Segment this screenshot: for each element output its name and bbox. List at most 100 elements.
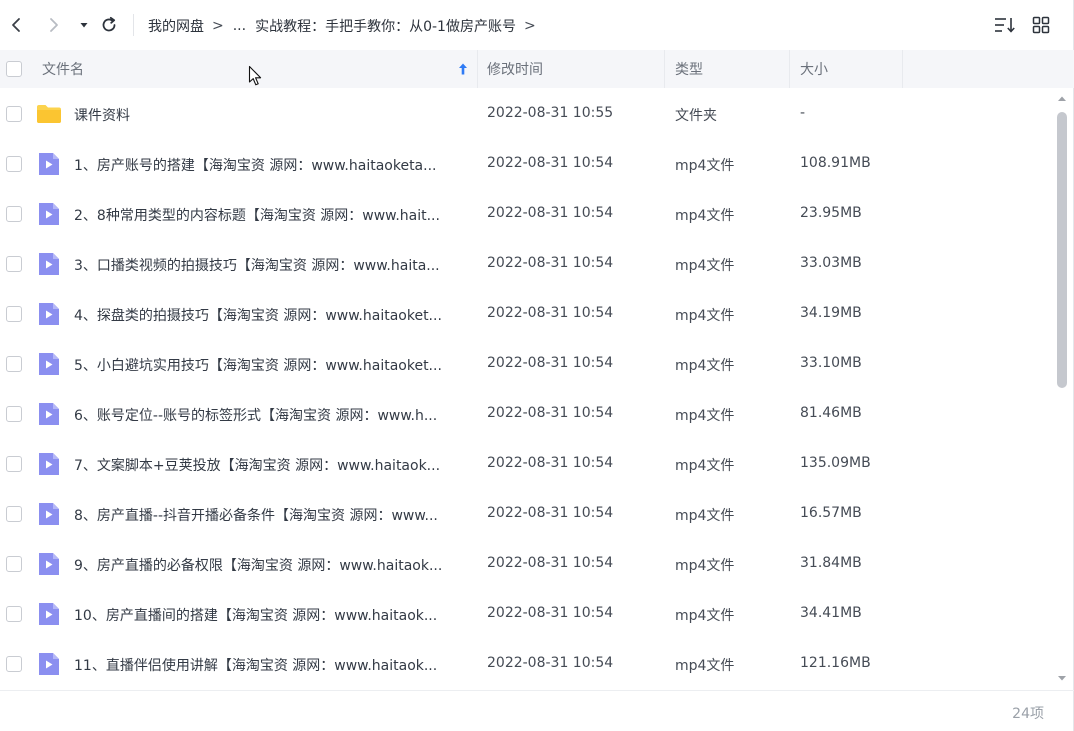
file-type: mp4文件 [675,208,735,224]
file-mtime: 2022-08-31 10:54 [487,655,614,671]
column-divider[interactable] [789,50,790,88]
column-divider[interactable] [664,50,665,88]
breadcrumb-item-current[interactable]: 实战教程：手把手教你：从0-1做房产账号 [255,16,516,36]
file-name: 3、口播类视频的拍摄技巧【海淘宝资 源网：www.haita... [74,258,440,274]
video-file-icon [39,203,59,225]
file-size: 135.09MB [800,455,871,471]
select-all-checkbox[interactable] [6,61,22,77]
file-type: mp4文件 [675,158,735,174]
sort-ascending-icon [459,63,467,75]
file-size: 23.95MB [800,205,862,221]
row-checkbox[interactable] [6,106,22,122]
chevron-left-icon [12,18,20,32]
video-file-icon [39,453,59,475]
file-name: 课件资料 [74,108,130,124]
chevron-right-icon [50,18,58,32]
row-checkbox[interactable] [6,306,22,322]
forward-button[interactable] [43,14,65,36]
column-header-size[interactable]: 大小 [800,50,828,88]
view-controls [994,14,1052,36]
file-type: mp4文件 [675,408,735,424]
row-checkbox[interactable] [6,456,22,472]
row-checkbox[interactable] [6,406,22,422]
file-name: 6、账号定位--账号的标签形式【海淘宝资 源网：www.h... [74,408,438,424]
refresh-button[interactable] [98,14,120,36]
file-size: 33.03MB [800,255,862,271]
video-file-icon [39,503,59,525]
column-divider[interactable] [902,50,903,88]
history-dropdown-button[interactable] [73,14,95,36]
breadcrumb: 我的网盘 > ... 实战教程：手把手教你：从0-1做房产账号 > [148,15,545,37]
row-checkbox[interactable] [6,356,22,372]
breadcrumb-item-ellipsis[interactable]: ... [233,18,246,34]
grid-view-button[interactable] [1030,14,1052,36]
column-divider[interactable] [477,50,478,88]
row-checkbox[interactable] [6,156,22,172]
file-mtime: 2022-08-31 10:54 [487,155,614,171]
file-row[interactable]: 10、房产直播间的搭建【海淘宝资 源网：www.haitaok... 2022-… [0,589,1052,639]
file-row[interactable]: 5、小白避坑实用技巧【海淘宝资 源网：www.haitaoket... 2022… [0,339,1052,389]
item-count: 24项 [1012,706,1044,722]
file-row[interactable]: 4、探盘类的拍摄技巧【海淘宝资 源网：www.haitaoket... 2022… [0,289,1052,339]
breadcrumb-separator: > [212,18,224,34]
folder-icon [37,105,61,123]
file-name: 7、文案脚本+豆荚投放【海淘宝资 源网：www.haitaok... [74,458,441,474]
file-row[interactable]: 6、账号定位--账号的标签形式【海淘宝资 源网：www.h... 2022-08… [0,389,1052,439]
file-type: mp4文件 [675,308,735,324]
file-row[interactable]: 2、8种常用类型的内容标题【海淘宝资 源网：www.hait... 2022-0… [0,189,1052,239]
file-mtime: 2022-08-31 10:54 [487,555,614,571]
file-name: 8、房产直播--抖音开播必备条件【海淘宝资 源网：www... [74,508,438,524]
file-name: 11、直播伴侣使用讲解【海淘宝资 源网：www.haitaok... [74,658,438,674]
file-mtime: 2022-08-31 10:54 [487,455,614,471]
file-name: 4、探盘类的拍摄技巧【海淘宝资 源网：www.haitaoket... [74,308,442,324]
file-mtime: 2022-08-31 10:54 [487,205,614,221]
file-size: 16.57MB [800,505,862,521]
file-name: 5、小白避坑实用技巧【海淘宝资 源网：www.haitaoket... [74,358,442,374]
file-list-header: 文件名 修改时间 类型 大小 [0,50,1074,88]
file-row[interactable]: 9、房产直播的必备权限【海淘宝资 源网：www.haitaok... 2022-… [0,539,1052,589]
mouse-cursor-icon [248,65,262,86]
file-size: 121.16MB [800,655,871,671]
file-row[interactable]: 8、房产直播--抖音开播必备条件【海淘宝资 源网：www... 2022-08-… [0,489,1052,539]
refresh-icon [102,16,116,32]
file-mtime: 2022-08-31 10:54 [487,605,614,621]
file-type: mp4文件 [675,258,735,274]
row-checkbox[interactable] [6,556,22,572]
file-row[interactable]: 1、房产账号的搭建【海淘宝资 源网：www.haitaoketa... 2022… [0,139,1052,189]
file-mtime: 2022-08-31 10:54 [487,255,614,271]
column-header-type[interactable]: 类型 [675,50,703,88]
top-nav-bar: 我的网盘 > ... 实战教程：手把手教你：从0-1做房产账号 > [0,0,1074,50]
video-file-icon [39,353,59,375]
file-row[interactable]: 7、文案脚本+豆荚投放【海淘宝资 源网：www.haitaok... 2022-… [0,439,1052,489]
file-mtime: 2022-08-31 10:55 [487,105,614,121]
file-size: - [800,105,806,121]
row-checkbox[interactable] [6,506,22,522]
file-size: 31.84MB [800,555,862,571]
scrollbar-thumb[interactable] [1057,112,1067,388]
file-row[interactable]: 课件资料 2022-08-31 10:55 文件夹 - [0,89,1052,139]
file-type: mp4文件 [675,358,735,374]
back-button[interactable] [5,14,27,36]
file-name: 9、房产直播的必备权限【海淘宝资 源网：www.haitaok... [74,558,443,574]
breadcrumb-separator: > [523,18,536,34]
video-file-icon [39,553,59,575]
row-checkbox[interactable] [6,256,22,272]
file-row[interactable]: 11、直播伴侣使用讲解【海淘宝资 源网：www.haitaok... 2022-… [0,639,1052,689]
file-row[interactable]: 3、口播类视频的拍摄技巧【海淘宝资 源网：www.haita... 2022-0… [0,239,1052,289]
file-type: mp4文件 [675,458,735,474]
file-name: 2、8种常用类型的内容标题【海淘宝资 源网：www.hait... [74,208,440,224]
row-checkbox[interactable] [6,206,22,222]
scroll-up-arrow-icon[interactable] [1056,93,1068,105]
caret-down-icon [80,23,88,28]
file-type: mp4文件 [675,658,735,674]
row-checkbox[interactable] [6,656,22,672]
file-size: 34.19MB [800,305,862,321]
video-file-icon [39,403,59,425]
file-list: 课件资料 2022-08-31 10:55 文件夹 - 1、房产账号的搭建【海淘… [0,89,1052,690]
row-checkbox[interactable] [6,606,22,622]
sort-button[interactable] [994,14,1016,36]
file-type: mp4文件 [675,558,735,574]
breadcrumb-item-root[interactable]: 我的网盘 [148,16,204,36]
scroll-down-arrow-icon[interactable] [1056,672,1068,684]
column-header-mtime[interactable]: 修改时间 [487,50,543,88]
